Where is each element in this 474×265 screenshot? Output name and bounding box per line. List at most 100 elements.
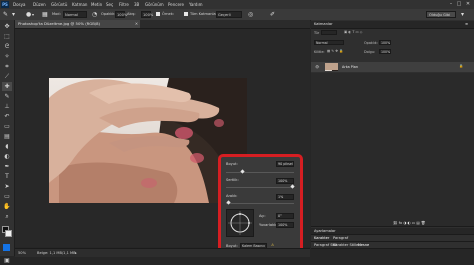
- opacity-field[interactable]: 100%: [115, 11, 127, 18]
- canvas-area[interactable]: Boyut: 90 piksel Sertlik: 100% Aralık: 1…: [15, 29, 310, 254]
- layers-panel-header: Katmanlar ≡: [311, 21, 474, 29]
- aligned-checkbox[interactable]: [156, 12, 160, 16]
- background-color-swatch[interactable]: [5, 230, 12, 237]
- fill-label: Dolgu:: [364, 50, 376, 54]
- menu-item-image[interactable]: Görüntü: [51, 2, 67, 7]
- paragraph-tab[interactable]: Paragraf: [333, 236, 348, 240]
- healing-brush-tool-icon[interactable]: ✚: [2, 82, 12, 91]
- roundness-field[interactable]: 100%: [276, 222, 294, 228]
- document-size: Belge: 1,1 MB/1,1 MB: [37, 251, 76, 255]
- clone-stamp-tool-icon[interactable]: ⊥: [2, 102, 12, 111]
- right-panel-bottom: [311, 249, 474, 256]
- layer-opacity-field[interactable]: 100%: [379, 40, 391, 45]
- layer-lock-icon: 🔒: [459, 64, 464, 68]
- spacing-slider[interactable]: [226, 203, 294, 204]
- shape-tool-icon[interactable]: ▭: [2, 192, 12, 201]
- hand-tool-icon[interactable]: ✋: [2, 202, 12, 211]
- fill-field[interactable]: 100%: [379, 49, 391, 54]
- sample-dropdown[interactable]: Geçerli Katman: [216, 11, 242, 24]
- styles-tabs: Paragraf Stili Karakter Stilleri Nesne: [311, 242, 474, 249]
- status-arrow-icon[interactable]: ▸: [75, 251, 77, 255]
- tools-panel: ✥ ⬚ ᘓ ✧ ⌗ ⟋ ✚ ✎ ⊥ ↶ ▭ ▤ ◖ ◐ ✒ T ➤ ▭ ✋ ⌕ …: [0, 20, 15, 264]
- eraser-tool-icon[interactable]: ▭: [2, 122, 12, 131]
- menu-item-filter[interactable]: Filtre: [119, 2, 129, 7]
- menu-item-3d[interactable]: 3B: [134, 2, 139, 7]
- brush-tool-icon[interactable]: ✎: [2, 92, 12, 101]
- adjustments-tab[interactable]: Ayarlamalar: [314, 229, 336, 233]
- lock-icons[interactable]: ▦ ✎ ✥ 🔒: [327, 49, 343, 53]
- move-tool-icon[interactable]: ✥: [2, 22, 12, 31]
- angle-field[interactable]: 0°: [276, 213, 294, 219]
- brush-tip-preview[interactable]: [226, 209, 254, 237]
- zoom-level[interactable]: 50%: [18, 251, 26, 255]
- sample-all-layers-checkbox[interactable]: [184, 12, 188, 16]
- menu-item-layer[interactable]: Katman: [72, 2, 87, 7]
- mode-label: Mod:: [52, 12, 61, 16]
- sample-label: Örnek:: [162, 12, 175, 16]
- layer-row[interactable]: 👁 Arka Plan 🔒: [311, 62, 474, 72]
- hardness-field[interactable]: 100%: [276, 178, 294, 184]
- layer-actions-icons[interactable]: ⛓ fx ◑ ◐ ▭ ▤ 🗑: [393, 221, 425, 225]
- zoom-tool-icon[interactable]: ⌕: [2, 212, 12, 221]
- menu-item-file[interactable]: Dosya: [13, 2, 25, 7]
- size-label: Boyut:: [226, 162, 238, 166]
- panel-menu-icon[interactable]: ≡: [465, 22, 468, 26]
- history-brush-tool-icon[interactable]: ↶: [2, 112, 12, 121]
- document-tab[interactable]: Photoshop'ta Düzeltme.jpg @ 50% (RGB/8) …: [15, 20, 140, 28]
- lock-label: Kilitle:: [314, 50, 325, 54]
- pressure-size-icon[interactable]: ✐: [270, 11, 275, 18]
- path-select-tool-icon[interactable]: ➤: [2, 182, 12, 191]
- menu-item-select[interactable]: Seç: [106, 2, 113, 7]
- dodge-tool-icon[interactable]: ◐: [2, 152, 12, 161]
- brush-settings-icon[interactable]: ▦: [42, 11, 48, 18]
- menu-bar: PS Dosya Düzen Görüntü Katman Metin Seç …: [0, 0, 474, 9]
- maximize-icon[interactable]: □: [456, 1, 462, 7]
- eyedropper-tool-icon[interactable]: ⟋: [2, 72, 12, 81]
- size-field[interactable]: 90 piksel: [276, 161, 294, 167]
- brush-size-icon[interactable]: ●: [26, 11, 31, 18]
- menu-item-help[interactable]: Yardım: [189, 2, 202, 7]
- character-tab[interactable]: Karakter: [314, 236, 329, 240]
- workspace-dropdown[interactable]: Olduğu Gibi: [426, 11, 456, 18]
- tool-preset-arrow-icon[interactable]: ▾: [12, 11, 15, 18]
- healing-brush-tool-icon[interactable]: ✎: [3, 11, 8, 18]
- ignore-adjustment-icon[interactable]: ◎: [248, 11, 253, 18]
- flow-label: Akış:: [127, 12, 136, 16]
- pressure-opacity-icon[interactable]: ◔: [92, 11, 97, 18]
- object-tab[interactable]: Nesne: [358, 243, 369, 247]
- character-tabs: Karakter Paragraf: [311, 235, 474, 242]
- screen-mode-icon[interactable]: ▣: [2, 256, 12, 265]
- gradient-tool-icon[interactable]: ▤: [2, 132, 12, 141]
- layer-thumbnail-image: [325, 70, 338, 71]
- menu-item-window[interactable]: Pencere: [168, 2, 184, 7]
- filter-icons[interactable]: ▣ ◐ T ▭ ◇: [344, 30, 362, 34]
- workspace-menu-icon[interactable]: ▾: [461, 11, 464, 18]
- visibility-eye-icon[interactable]: 👁: [315, 65, 319, 69]
- close-tab-icon[interactable]: ✕: [135, 20, 138, 28]
- menu-item-type[interactable]: Metin: [91, 2, 102, 7]
- blur-tool-icon[interactable]: ◖: [2, 142, 12, 151]
- menu-item-edit[interactable]: Düzen: [33, 2, 46, 7]
- size-slider[interactable]: [226, 172, 294, 173]
- menu-item-view[interactable]: Görünüm: [145, 2, 164, 7]
- marquee-tool-icon[interactable]: ⬚: [2, 32, 12, 41]
- mode-dropdown[interactable]: Normal: [63, 11, 87, 18]
- character-styles-tab[interactable]: Karakter Stilleri: [333, 243, 361, 247]
- flow-field[interactable]: 100%: [141, 11, 153, 18]
- type-tool-icon[interactable]: T: [2, 172, 12, 181]
- layer-opacity-label: Opaklık:: [364, 41, 378, 45]
- spacing-label: Aralık:: [226, 194, 238, 198]
- spacing-field[interactable]: 1%: [276, 194, 294, 200]
- close-window-icon[interactable]: ✕: [465, 1, 471, 7]
- layers-tab[interactable]: Katmanlar: [314, 22, 333, 26]
- minimize-icon[interactable]: –: [448, 1, 454, 7]
- quick-mask-icon[interactable]: [3, 244, 10, 251]
- hardness-slider[interactable]: [226, 187, 294, 188]
- pen-tool-icon[interactable]: ✒: [2, 162, 12, 171]
- crop-tool-icon[interactable]: ⌗: [2, 62, 12, 71]
- lasso-tool-icon[interactable]: ᘓ: [2, 42, 12, 51]
- blend-mode-dropdown[interactable]: Normal: [314, 40, 344, 45]
- brush-size-arrow-icon[interactable]: ▾: [32, 11, 34, 18]
- quick-select-tool-icon[interactable]: ✧: [2, 52, 12, 61]
- kind-filter-dropdown[interactable]: [321, 30, 337, 35]
